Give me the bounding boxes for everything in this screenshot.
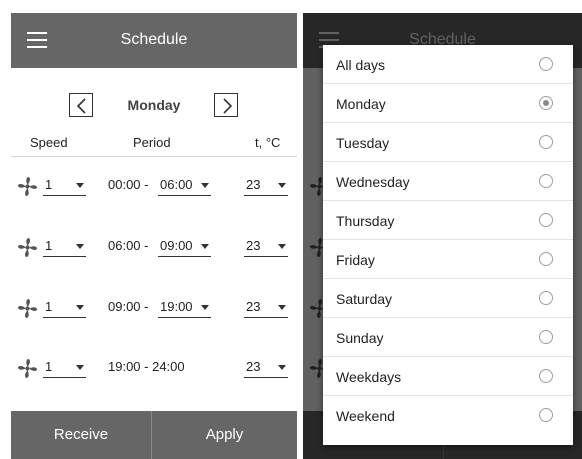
day-option-label: All days	[336, 57, 386, 73]
column-header-speed: Speed	[30, 135, 68, 150]
day-option[interactable]: Weekdays	[323, 357, 573, 396]
radio-icon[interactable]	[539, 330, 553, 344]
receive-button[interactable]: Receive	[11, 411, 151, 459]
day-picker-dialog: All days Monday Tuesday Wednesday Thursday Fr…	[323, 45, 573, 445]
period-start: 00:00 -	[108, 177, 149, 192]
day-option-label: Weekdays	[336, 369, 402, 385]
dropdown-caret-icon	[201, 305, 209, 310]
dropdown-caret-icon	[76, 183, 84, 188]
day-navigator: Monday	[11, 93, 297, 119]
day-option-label: Friday	[336, 252, 375, 268]
day-option-label: Monday	[336, 96, 386, 112]
speed-dropdown[interactable]: 1	[43, 237, 86, 257]
day-option[interactable]: Tuesday	[323, 123, 573, 162]
temperature-value: 23	[246, 359, 261, 374]
dropdown-caret-icon	[76, 365, 84, 370]
schedule-row: 1 00:00 - 06:00 23	[11, 170, 297, 200]
period-end-dropdown[interactable]: 06:00	[158, 176, 211, 196]
temperature-dropdown[interactable]: 23	[244, 237, 288, 257]
day-option-label: Tuesday	[336, 135, 390, 151]
speed-value: 1	[45, 359, 53, 374]
radio-icon[interactable]	[539, 291, 553, 305]
schedule-screen-with-day-picker: Schedule Receive Apply All daysMondayTue…	[303, 13, 582, 459]
schedule-row: 1 19:00 - 24:00 23	[11, 352, 297, 382]
day-option[interactable]: Wednesday	[323, 162, 573, 201]
day-option[interactable]: Friday	[323, 240, 573, 279]
day-option-label: Wednesday	[336, 174, 410, 190]
header-divider	[11, 156, 297, 157]
page-title: Schedule	[120, 31, 188, 48]
temperature-value: 23	[246, 177, 261, 192]
dropdown-caret-icon	[278, 365, 286, 370]
period-end-value: 19:00	[160, 299, 193, 314]
chevron-right-icon	[223, 98, 233, 114]
fan-icon	[17, 298, 38, 319]
schedule-row: 1 09:00 - 19:00 23	[11, 292, 297, 322]
temperature-dropdown[interactable]: 23	[244, 358, 288, 378]
schedule-row: 1 06:00 - 09:00 23	[11, 231, 297, 261]
radio-icon[interactable]	[539, 135, 553, 149]
app-bar: Schedule	[11, 13, 297, 68]
temperature-dropdown[interactable]: 23	[244, 176, 288, 196]
day-option[interactable]: Monday	[323, 84, 573, 123]
period-start: 06:00 -	[108, 238, 149, 253]
apply-button[interactable]: Apply	[152, 411, 297, 459]
day-option[interactable]: Saturday	[323, 279, 573, 318]
speed-dropdown[interactable]: 1	[43, 358, 86, 378]
period-end-dropdown[interactable]: 19:00	[158, 298, 211, 318]
radio-icon[interactable]	[539, 174, 553, 188]
speed-dropdown[interactable]: 1	[43, 176, 86, 196]
dropdown-caret-icon	[278, 183, 286, 188]
period-end-value: 09:00	[160, 238, 193, 253]
radio-icon[interactable]	[539, 369, 553, 383]
next-day-button[interactable]	[214, 93, 238, 117]
dropdown-caret-icon	[201, 244, 209, 249]
dropdown-caret-icon	[76, 244, 84, 249]
fan-icon	[17, 237, 38, 258]
day-option-label: Thursday	[336, 213, 395, 229]
period-range: 19:00 - 24:00	[108, 359, 185, 374]
temperature-dropdown[interactable]: 23	[244, 298, 288, 318]
column-header-period: Period	[133, 135, 171, 150]
radio-icon[interactable]	[539, 408, 553, 422]
temperature-value: 23	[246, 238, 261, 253]
day-option[interactable]: Weekend	[323, 396, 573, 435]
fan-icon	[17, 358, 38, 379]
dropdown-caret-icon	[201, 183, 209, 188]
day-option[interactable]: Thursday	[323, 201, 573, 240]
radio-icon[interactable]	[539, 213, 553, 227]
temperature-value: 23	[246, 299, 261, 314]
period-end-value: 06:00	[160, 177, 193, 192]
day-option[interactable]: Sunday	[323, 318, 573, 357]
fan-icon	[17, 176, 38, 197]
radio-icon[interactable]	[539, 252, 553, 266]
day-option-label: Sunday	[336, 330, 384, 346]
bottom-action-bar: Receive Apply	[11, 411, 297, 459]
period-start: 09:00 -	[108, 299, 149, 314]
speed-dropdown[interactable]: 1	[43, 298, 86, 318]
day-option-label: Saturday	[336, 291, 393, 307]
dropdown-caret-icon	[76, 305, 84, 310]
period-end-dropdown[interactable]: 09:00	[158, 237, 211, 257]
speed-value: 1	[45, 238, 53, 253]
dropdown-caret-icon	[278, 305, 286, 310]
day-option[interactable]: All days	[323, 45, 573, 84]
radio-icon[interactable]	[539, 57, 553, 71]
radio-icon[interactable]	[539, 96, 553, 110]
day-label: Monday	[127, 97, 181, 113]
speed-value: 1	[45, 177, 53, 192]
column-header-temp: t, °C	[255, 135, 281, 150]
speed-value: 1	[45, 299, 53, 314]
schedule-screen: Schedule Monday Speed Period t, °C 1 00:…	[11, 13, 297, 459]
day-option-label: Weekend	[336, 408, 395, 424]
dropdown-caret-icon	[278, 244, 286, 249]
